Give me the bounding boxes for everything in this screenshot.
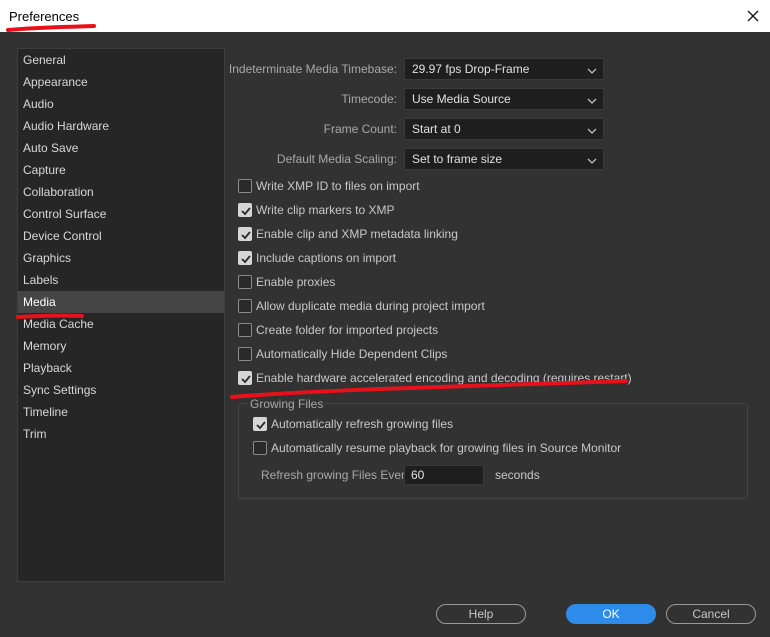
sidebar-item-audio-hardware[interactable]: Audio Hardware bbox=[18, 115, 224, 137]
sidebar-item-auto-save[interactable]: Auto Save bbox=[18, 137, 224, 159]
sidebar-item-trim[interactable]: Trim bbox=[18, 423, 224, 445]
refresh-interval-label: Refresh growing Files Every bbox=[261, 468, 412, 482]
title-bar: Preferences bbox=[0, 0, 770, 32]
allow-duplicate-media-checkbox[interactable] bbox=[238, 299, 252, 313]
timebase-select[interactable]: 29.97 fps Drop-Frame bbox=[404, 58, 604, 80]
sidebar-item-appearance[interactable]: Appearance bbox=[18, 71, 224, 93]
create-folder-label: Create folder for imported projects bbox=[256, 323, 439, 337]
write-clip-markers-checkbox[interactable] bbox=[238, 203, 252, 217]
hardware-accel-label: Enable hardware accelerated encoding and… bbox=[256, 371, 632, 385]
media-scaling-select[interactable]: Set to frame size bbox=[404, 148, 604, 170]
chevron-down-icon bbox=[586, 153, 598, 165]
sidebar-item-graphics[interactable]: Graphics bbox=[18, 247, 224, 269]
category-list: General Appearance Audio Audio Hardware … bbox=[17, 48, 225, 582]
media-scaling-value: Set to frame size bbox=[412, 152, 503, 166]
sidebar-item-timeline[interactable]: Timeline bbox=[18, 401, 224, 423]
frame-count-value: Start at 0 bbox=[412, 122, 461, 136]
close-icon[interactable] bbox=[742, 5, 764, 27]
hardware-accel-checkbox[interactable] bbox=[238, 371, 252, 385]
growing-files-title: Growing Files bbox=[248, 397, 326, 411]
sidebar-item-media[interactable]: Media bbox=[18, 291, 224, 313]
sidebar-item-general[interactable]: General bbox=[18, 49, 224, 71]
timecode-select[interactable]: Use Media Source bbox=[404, 88, 604, 110]
chevron-down-icon bbox=[586, 123, 598, 135]
auto-refresh-growing-checkbox[interactable] bbox=[253, 417, 267, 431]
chevron-down-icon bbox=[586, 93, 598, 105]
frame-count-label: Frame Count: bbox=[323, 122, 397, 136]
help-button[interactable]: Help bbox=[436, 604, 526, 624]
include-captions-checkbox[interactable] bbox=[238, 251, 252, 265]
write-xmp-id-label: Write XMP ID to files on import bbox=[256, 179, 420, 193]
sidebar-item-sync-settings[interactable]: Sync Settings bbox=[18, 379, 224, 401]
sidebar-item-audio[interactable]: Audio bbox=[18, 93, 224, 115]
auto-refresh-growing-label: Automatically refresh growing files bbox=[271, 417, 454, 431]
sidebar-item-control-surface[interactable]: Control Surface bbox=[18, 203, 224, 225]
timecode-label: Timecode: bbox=[341, 92, 397, 106]
sidebar-item-device-control[interactable]: Device Control bbox=[18, 225, 224, 247]
hide-dependent-clips-label: Automatically Hide Dependent Clips bbox=[256, 347, 448, 361]
timebase-value: 29.97 fps Drop-Frame bbox=[412, 62, 530, 76]
window-title: Preferences bbox=[9, 9, 80, 24]
sidebar-item-memory[interactable]: Memory bbox=[18, 335, 224, 357]
cancel-button[interactable]: Cancel bbox=[666, 604, 756, 624]
allow-duplicate-media-label: Allow duplicate media during project imp… bbox=[256, 299, 485, 313]
auto-resume-playback-label: Automatically resume playback for growin… bbox=[271, 441, 622, 455]
include-captions-label: Include captions on import bbox=[256, 251, 397, 265]
auto-resume-playback-checkbox[interactable] bbox=[253, 441, 267, 455]
sidebar-item-collaboration[interactable]: Collaboration bbox=[18, 181, 224, 203]
chevron-down-icon bbox=[586, 63, 598, 75]
write-xmp-id-checkbox[interactable] bbox=[238, 179, 252, 193]
sidebar-item-capture[interactable]: Capture bbox=[18, 159, 224, 181]
timecode-value: Use Media Source bbox=[412, 92, 511, 106]
metadata-linking-checkbox[interactable] bbox=[238, 227, 252, 241]
sidebar-item-labels[interactable]: Labels bbox=[18, 269, 224, 291]
frame-count-select[interactable]: Start at 0 bbox=[404, 118, 604, 140]
timebase-label: Indeterminate Media Timebase: bbox=[228, 62, 397, 76]
hide-dependent-clips-checkbox[interactable] bbox=[238, 347, 252, 361]
enable-proxies-label: Enable proxies bbox=[256, 275, 336, 289]
metadata-linking-label: Enable clip and XMP metadata linking bbox=[256, 227, 458, 241]
sidebar-item-media-cache[interactable]: Media Cache bbox=[18, 313, 224, 335]
media-scaling-label: Default Media Scaling: bbox=[276, 152, 397, 166]
sidebar-item-playback[interactable]: Playback bbox=[18, 357, 224, 379]
ok-button[interactable]: OK bbox=[566, 604, 656, 624]
refresh-interval-input[interactable]: 60 bbox=[404, 465, 484, 485]
refresh-unit-label: seconds bbox=[495, 468, 540, 482]
enable-proxies-checkbox[interactable] bbox=[238, 275, 252, 289]
write-clip-markers-label: Write clip markers to XMP bbox=[256, 203, 395, 217]
create-folder-checkbox[interactable] bbox=[238, 323, 252, 337]
